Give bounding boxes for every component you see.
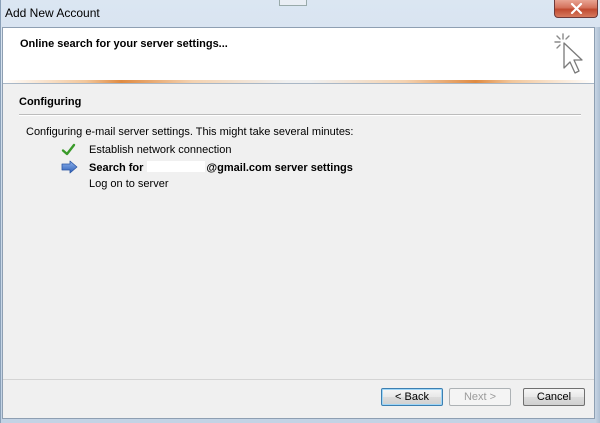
step-label-suffix: @gmail.com server settings <box>206 162 353 174</box>
window-border-right <box>595 27 600 423</box>
wizard-header: Online search for your server settings..… <box>3 28 594 80</box>
header-divider <box>3 83 594 84</box>
step-label: Establish network connection <box>89 144 232 156</box>
wizard-cursor-icon <box>554 33 583 74</box>
header-title: Online search for your server settings..… <box>20 38 228 50</box>
next-button[interactable]: Next > <box>449 388 511 406</box>
title-bar-notch <box>279 0 307 6</box>
close-icon <box>570 3 583 14</box>
step-label: Log on to server <box>89 178 169 190</box>
button-bar-divider <box>3 379 594 380</box>
configuring-description: Configuring e-mail server settings. This… <box>26 126 354 138</box>
section-divider <box>19 114 581 116</box>
arrow-right-icon <box>61 160 78 174</box>
cancel-button[interactable]: Cancel <box>523 388 585 406</box>
dialog-window: Add New Account Online search for your s… <box>0 0 600 423</box>
step-label: Search for @gmail.com server settings <box>89 161 353 174</box>
step-label-prefix: Search for <box>89 162 144 174</box>
title-bar[interactable]: Add New Account <box>1 0 600 26</box>
checkmark-icon <box>61 143 76 156</box>
redacted-email <box>147 161 206 172</box>
close-button[interactable] <box>554 0 598 18</box>
back-button[interactable]: < Back <box>381 388 443 406</box>
window-title: Add New Account <box>5 6 100 20</box>
section-title: Configuring <box>19 96 82 108</box>
dialog-client-area: Online search for your server settings..… <box>2 27 595 419</box>
